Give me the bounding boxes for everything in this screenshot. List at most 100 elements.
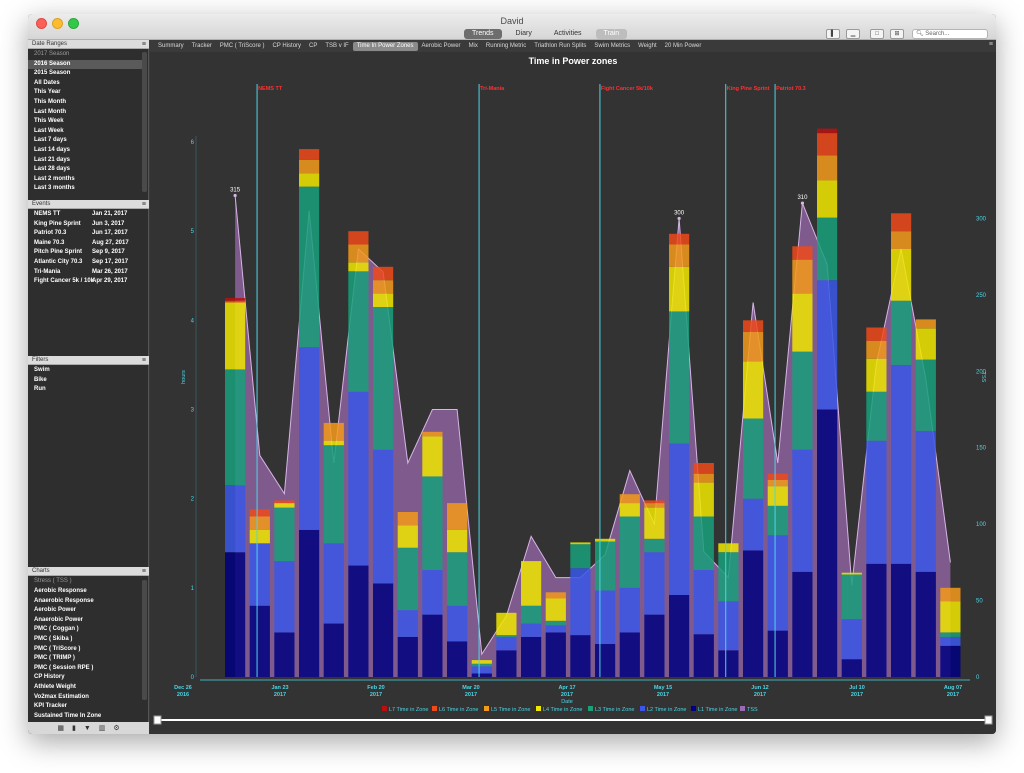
chart-list-item[interactable]: Vo2max Estimation [28,693,142,703]
calendar-icon[interactable]: ▦ [57,724,64,732]
chart-list-item[interactable]: Aerobic Response [28,587,142,597]
sidebar: Date Ranges ≡ 2017 Season 2016 Season 2015… [28,40,149,734]
bar-segment-l2 [249,543,270,606]
event-row[interactable]: NEMS TT Jan 21, 2017 [28,210,142,220]
date-ranges-scrollbar[interactable] [142,52,147,192]
trends-button[interactable]: Trends [464,29,502,39]
bar-segment-l1 [792,571,813,677]
date-range-item[interactable]: 2016 Season [28,59,142,70]
hamburger-menu-icon[interactable]: ≡ [142,200,146,209]
event-row[interactable]: Atlantic City 70.3 Sep 17, 2017 [28,258,142,268]
date-range-item[interactable]: Last 7 days [28,136,142,146]
activities-button[interactable]: Activities [546,29,590,39]
chart-list-item[interactable]: PMC ( Coggan ) [28,625,142,635]
chart-list-item[interactable]: PMC ( Session RPE ) [28,664,142,674]
chart-list-item[interactable]: Anaerobic Response [28,597,142,607]
event-row[interactable]: King Pine Sprint Jun 3, 2017 [28,220,142,230]
train-button[interactable]: Train [595,29,628,39]
event-row[interactable]: Tri-Mania Mar 26, 2017 [28,268,142,278]
event-date: Jun 3, 2017 [92,220,125,227]
charts-subheader: Stress ( TSS ) [28,577,142,587]
tab-weight[interactable]: Weight [634,42,661,51]
date-range-item[interactable]: Last 3 months [28,184,142,194]
hamburger-menu-icon[interactable]: ≡ [142,356,146,365]
date-range-item[interactable]: Last 2 months [28,175,142,185]
bar-segment-l2 [891,364,912,564]
date-range-item[interactable]: All Dates [28,79,142,89]
bar-segment-l1 [373,583,394,677]
bottom-panel-toggle-icon[interactable]: ▁ [846,29,860,39]
event-date: Jan 21, 2017 [92,211,128,217]
legend-swatch [740,706,745,711]
bar-segment-l2 [792,449,813,572]
legend-label: TSS [747,707,758,713]
date-range-item[interactable]: Last Month [28,108,142,118]
tab-running-metric[interactable]: Running Metric [482,42,530,51]
chart-list-item[interactable]: PMC ( Skiba ) [28,635,142,645]
date-range-slider-right-handle[interactable] [984,715,993,725]
chart-list-item[interactable]: Athlete Weight [28,683,142,693]
search-placeholder: Search... [925,31,950,37]
date-range-item[interactable]: Last 14 days [28,146,142,156]
date-range-item[interactable]: This Week [28,117,142,127]
tab-tracker[interactable]: Tracker [188,42,216,51]
charts-scrollbar[interactable] [142,580,147,700]
chart-list-item[interactable]: CP History [28,673,142,683]
tab-tsb-v-if[interactable]: TSB v IF [321,42,352,51]
chart-icon[interactable]: ▥ [99,724,106,732]
settings-icon[interactable]: ⚙ [113,724,119,732]
bookmark-icon[interactable]: ▮ [72,724,76,732]
legend-label: L1 Time in Zone [698,707,737,713]
date-range-item[interactable]: Last Week [28,127,142,137]
diary-button[interactable]: Diary [508,29,540,39]
date-range-item[interactable]: This Year [28,88,142,98]
chart-list-item[interactable]: Sustained Time In Zone [28,712,142,722]
chart-list-item[interactable]: PMC ( TriScore ) [28,645,142,655]
chart-list-item[interactable]: PMC ( TRIMP ) [28,654,142,664]
tab-swim-metrics[interactable]: Swim Metrics [590,42,634,51]
tab-pmc-triscore[interactable]: PMC ( TriScore ) [216,42,269,51]
filters-header-label: Filters [32,357,49,363]
bar-segment-l4 [595,538,616,542]
filter-item[interactable]: Bike [28,376,142,386]
tab-mix[interactable]: Mix [465,42,482,51]
date-range-item[interactable]: Last 28 days [28,165,142,175]
tiled-view-icon[interactable]: ⊞ [890,29,904,39]
filter-item[interactable]: Swim [28,366,142,376]
event-row[interactable]: Fight Cancer 5k / 10k Apr 29, 2017 [28,277,142,287]
bar-segment-l2 [817,280,838,410]
bar-segment-l3 [644,538,665,553]
legend-label: L7 Time in Zone [389,707,428,713]
tab-cp[interactable]: CP [305,42,321,51]
event-row[interactable]: Pitch Pine Sprint Sep 9, 2017 [28,248,142,258]
date-range-item[interactable]: 2017 Season [28,50,142,60]
chart-list-item[interactable]: KPI Tracker [28,702,142,712]
filter-item[interactable]: Run [28,385,142,395]
date-range-item[interactable]: 2015 Season [28,69,142,79]
tab-aerobic-power[interactable]: Aerobic Power [418,42,465,51]
chart-list-item[interactable]: Anaerobic Power [28,616,142,626]
event-row[interactable]: Maine 70.3 Aug 27, 2017 [28,239,142,249]
tab-summary[interactable]: Summary [154,42,188,51]
search-input[interactable]: 🔍︎ Search... [912,29,988,39]
chart-list-item[interactable]: Aerobic Power [28,606,142,616]
bar-segment-l5 [940,587,961,602]
date-range-item[interactable]: Last 21 days [28,156,142,166]
bar-segment-l3 [718,552,739,602]
bar-segment-l4 [841,572,862,575]
date-range-slider-left-handle[interactable] [153,715,162,725]
tab-cp-history[interactable]: CP History [268,42,305,51]
bar-segment-l3 [767,505,788,536]
event-row[interactable]: Patriot 70.3 Jun 17, 2017 [28,229,142,239]
date-range-item[interactable]: This Month [28,98,142,108]
tab-time-in-power-zones[interactable]: Time In Power Zones [352,41,418,51]
single-view-icon[interactable]: □ [870,29,884,39]
tab-20-min-power[interactable]: 20 Min Power [661,42,706,51]
hamburger-menu-icon[interactable]: ≡ [142,40,146,49]
filter-icon[interactable]: ▼ [84,725,91,732]
tabs-menu-icon[interactable]: ≡ [989,41,993,48]
sidebar-toggle-icon[interactable]: ▌ [826,29,840,39]
filters-header: Filters ≡ [28,356,149,365]
hamburger-menu-icon[interactable]: ≡ [142,567,146,576]
tab-triathlon-run-splits[interactable]: Triathlon Run Splits [530,42,590,51]
